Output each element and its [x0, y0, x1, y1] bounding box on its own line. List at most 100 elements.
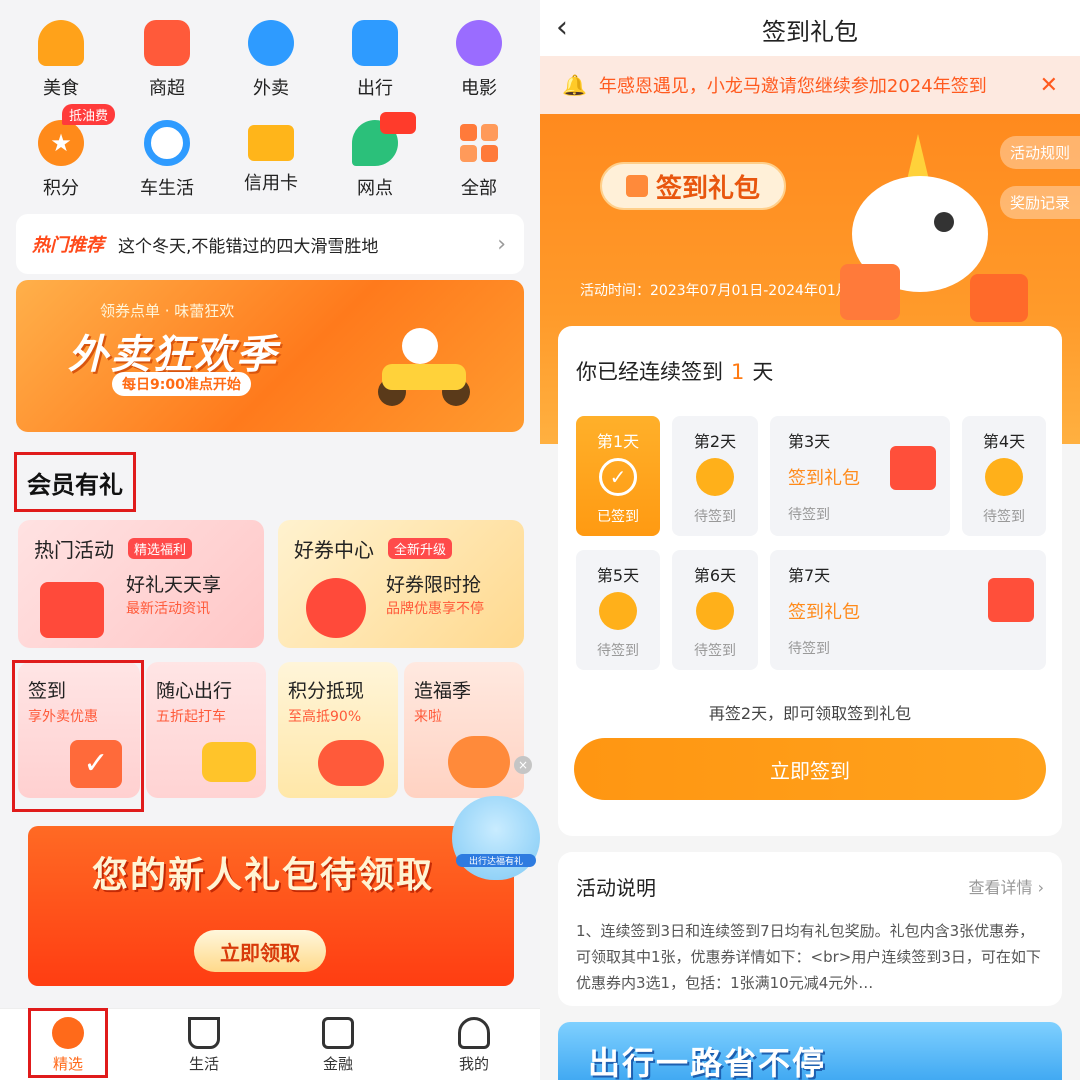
coupon-icon	[306, 578, 366, 638]
bottom-travel-banner[interactable]: 出行一路省不停	[558, 1022, 1062, 1080]
banner-title: 您的新人礼包待领取	[92, 855, 435, 896]
chevron-right-icon: ›	[1037, 878, 1044, 897]
tab-label: 生活	[188, 1055, 219, 1073]
points-cash-card[interactable]: 积分抵现 至高抵90%	[278, 662, 398, 798]
delivery-carnival-banner[interactable]: 领券点单 · 味蕾狂欢 外卖狂欢季 每日9:00准点开始	[16, 280, 524, 432]
oil-badge: 抵油费	[62, 104, 116, 125]
hero-pill-label: 签到礼包	[655, 173, 760, 204]
page-header: ‹ 签到礼包	[540, 0, 1080, 56]
day-status: 待签到	[694, 509, 736, 525]
member-gifts-title: 会员有礼	[14, 452, 136, 512]
grid-item-label: 美食	[43, 78, 79, 99]
card-title: 热门活动	[34, 538, 114, 562]
gift-box-icon	[988, 578, 1034, 622]
chat-badge-icon	[380, 112, 416, 134]
consecutive-prefix: 你已经连续签到	[576, 360, 723, 384]
grid-item-travel[interactable]: 出行	[330, 20, 420, 100]
view-details-link[interactable]: 查看详情 ›	[968, 874, 1044, 898]
film-icon	[456, 20, 502, 66]
tab-label: 金融	[322, 1055, 353, 1073]
card-line2: 最新活动资讯	[126, 601, 210, 617]
hot-text: 这个冬天,不能错过的四大滑雪胜地	[118, 236, 379, 257]
day-3: 第3天 签到礼包 待签到	[770, 416, 950, 536]
card-title: 随心出行	[156, 680, 233, 702]
grid-item-credit-card[interactable]: 信用卡	[226, 120, 316, 195]
day-label: 第6天	[693, 566, 737, 585]
coin-icon	[985, 458, 1023, 496]
taxi-icon	[202, 742, 256, 782]
grid-item-label: 积分	[43, 178, 79, 199]
card-sub: 五折起打车	[156, 709, 226, 725]
day-6: 第6天 待签到	[672, 550, 758, 670]
grid-item-points[interactable]: ★ 积分	[16, 120, 106, 200]
notice-text: 年感恩遇见，小龙马邀请您继续参加2024年签到	[598, 76, 987, 97]
coffee-icon	[188, 1017, 220, 1049]
dragon-mascot-icon	[448, 736, 510, 788]
left-panel: 美食 商超 外卖 出行 电影 ★ 积分 车生活 信用卡 网点 全部 抵油费 热门…	[0, 0, 540, 1080]
notice-bar: 🔔 年感恩遇见，小龙马邀请您继续参加2024年签到 ✕	[540, 56, 1080, 114]
steering-wheel-icon	[144, 120, 190, 166]
travel-card[interactable]: 随心出行 五折起打车	[146, 662, 266, 798]
hot-recommend-bar[interactable]: 热门推荐 这个冬天,不能错过的四大滑雪胜地 ›	[16, 214, 524, 274]
card-line1: 好礼天天享	[126, 574, 222, 596]
red-envelope-icon	[318, 740, 384, 786]
close-icon[interactable]: ×	[514, 756, 532, 774]
activity-description: 活动说明 查看详情 › 1、连续签到3日和连续签到7日均有礼包奖励。礼包内含3张…	[558, 852, 1062, 1006]
day-status: 待签到	[694, 643, 736, 659]
grid-item-movie[interactable]: 电影	[434, 20, 524, 100]
grid-item-label: 出行	[357, 78, 393, 99]
card-tag: 全新升级	[388, 538, 453, 559]
rules-body: 1、连续签到3日和连续签到7日均有礼包奖励。礼包内含3张优惠券，可领取其中1张，…	[576, 922, 1041, 992]
wallet-icon	[322, 1017, 354, 1049]
checkin-hint: 再签2天，即可领取签到礼包	[708, 704, 912, 723]
checkin-now-button[interactable]: 立即签到	[574, 738, 1046, 800]
checkin-panel: 你已经连续签到 1 天 第1天 ✓ 已签到 第2天 待签到 第3天 签到礼包 待签到…	[558, 326, 1062, 836]
tab-finance[interactable]: 金融	[298, 1017, 378, 1074]
card-sub: 来啦	[414, 709, 442, 725]
day-2: 第2天 待签到	[672, 416, 758, 536]
star-icon: ★	[38, 120, 84, 166]
chevron-right-icon: ›	[497, 231, 506, 257]
floating-travel-ad[interactable]: 出行达福有礼	[452, 796, 540, 880]
tab-mine[interactable]: 我的	[434, 1017, 514, 1074]
unicorn-mascot-icon	[840, 134, 1028, 322]
grid-item-label: 商超	[149, 78, 185, 99]
grid-item-food[interactable]: 美食	[16, 20, 106, 100]
day-gift: 签到礼包	[788, 468, 860, 489]
tab-life[interactable]: 生活	[164, 1017, 244, 1074]
coin-icon	[696, 592, 734, 630]
coin-icon	[599, 592, 637, 630]
blessing-season-card[interactable]: 造福季 来啦	[404, 662, 524, 798]
grid-item-label: 全部	[461, 178, 497, 199]
grid-item-label: 信用卡	[244, 173, 298, 194]
newcomer-gift-banner[interactable]: 您的新人礼包待领取 立即领取	[28, 826, 514, 986]
grid-item-label: 网点	[357, 178, 393, 199]
day-label: 第7天	[788, 566, 831, 585]
card-title: 造福季	[414, 680, 472, 702]
scooter-icon	[248, 20, 294, 66]
grid-item-label: 电影	[461, 78, 497, 99]
card-line1: 好券限时抢	[386, 574, 482, 596]
grid-item-delivery[interactable]: 外卖	[226, 20, 316, 100]
claim-now-button[interactable]: 立即领取	[194, 930, 326, 972]
view-details-label: 查看详情	[968, 878, 1033, 897]
grid-item-label: 外卖	[253, 78, 289, 99]
consecutive-suffix: 天	[752, 360, 774, 384]
close-icon[interactable]: ✕	[1040, 73, 1058, 98]
gift-box-icon	[40, 582, 104, 638]
food-icon	[38, 20, 84, 66]
hot-activities-card[interactable]: 热门活动 精选福利 好礼天天享 最新活动资讯	[18, 520, 264, 648]
card-tag: 精选福利	[128, 538, 193, 559]
day-status: 待签到	[788, 507, 830, 523]
coupon-center-card[interactable]: 好券中心 全新升级 好券限时抢 品牌优惠享不停	[278, 520, 524, 648]
card-sub: 至高抵90%	[288, 709, 362, 725]
grid-item-all[interactable]: 全部	[434, 120, 524, 200]
gift-box-icon	[890, 446, 936, 490]
grid-item-store[interactable]: 商超	[122, 20, 212, 100]
check-circle-icon: ✓	[599, 458, 637, 496]
grid-item-car[interactable]: 车生活	[122, 120, 212, 200]
service-grid: 美食 商超 外卖 出行 电影 ★ 积分 车生活 信用卡 网点 全部 抵油费	[0, 0, 540, 205]
day-status: 已签到	[597, 509, 639, 525]
hero-pill: 签到礼包	[600, 162, 786, 210]
credit-card-icon	[248, 125, 294, 161]
